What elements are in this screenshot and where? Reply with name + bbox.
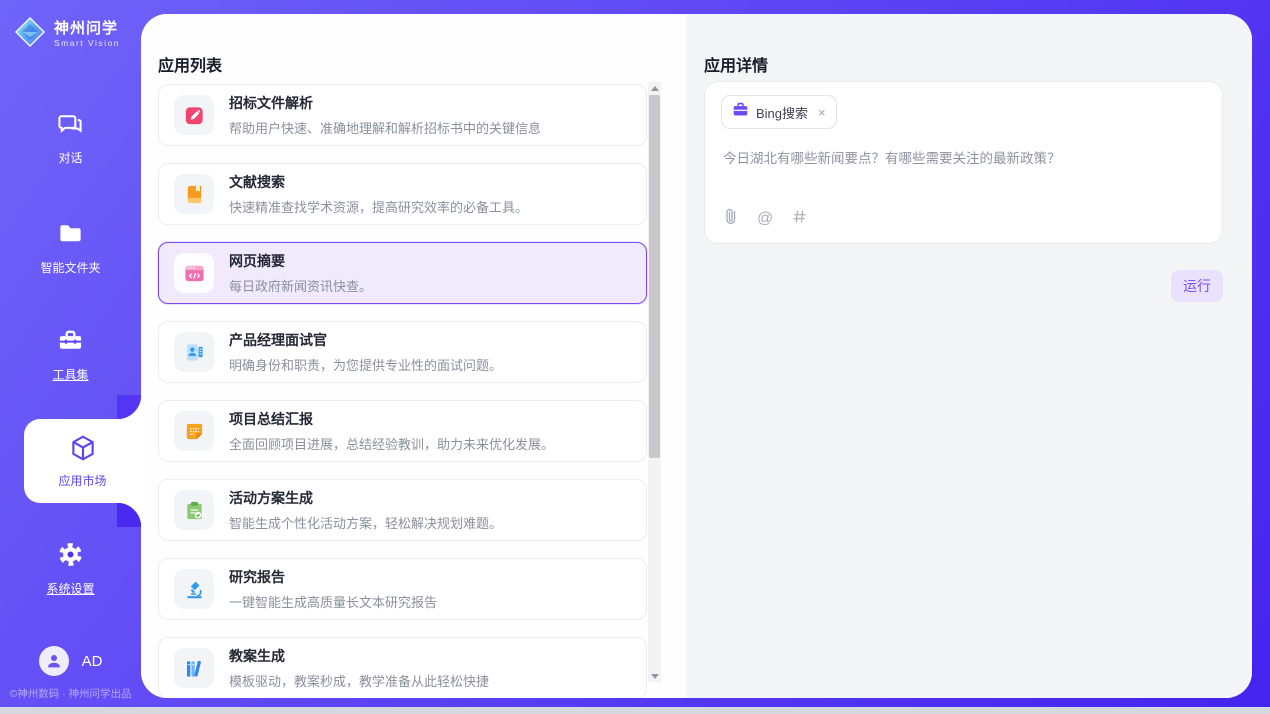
app-name: 活动方案生成 (229, 488, 502, 508)
folder-icon (57, 220, 84, 250)
toolbox-icon (57, 327, 84, 357)
sticky-note-icon (174, 411, 214, 451)
interviewer-icon (174, 332, 214, 372)
sidebar-item-chat[interactable]: 对话 (0, 110, 141, 166)
sidebar-item-label: 对话 (58, 149, 82, 166)
sidebar-item-label: 工具集 (52, 366, 88, 383)
logo-title: 神州问学 (54, 21, 120, 38)
scrollbar-thumb[interactable] (649, 95, 660, 458)
app-desc: 全面回顾项目进展，总结经验教训，助力未来优化发展。 (229, 434, 554, 453)
app-desc: 快速精准查找学术资源，提高研究效率的必备工具。 (229, 197, 528, 216)
sidebar-item-app-market[interactable]: 应用市场 (24, 419, 141, 503)
scrollbar[interactable] (648, 82, 661, 682)
list-item-pm-interviewer[interactable]: 产品经理面试官 明确身份和职责，为您提供专业性的面试问题。 (158, 321, 647, 383)
books-icon (174, 648, 214, 688)
app-desc: 明确身份和职责，为您提供专业性的面试问题。 (229, 355, 502, 374)
app-name: 网页摘要 (229, 251, 372, 271)
cube-icon (68, 433, 98, 466)
at-icon[interactable]: @ (757, 211, 773, 227)
app-list-panel: 应用列表 招标文件解析 帮助用户快速、准确地理解和解析招标书中的关键信息 (141, 14, 686, 698)
app-name: 项目总结汇报 (229, 409, 554, 429)
app-name: 招标文件解析 (229, 93, 541, 113)
briefcase-icon (732, 101, 749, 123)
close-icon[interactable]: × (818, 105, 826, 120)
sidebar-item-smart-folder[interactable]: 智能文件夹 (0, 220, 141, 276)
list-item-bid-analysis[interactable]: 招标文件解析 帮助用户快速、准确地理解和解析招标书中的关键信息 (158, 84, 647, 146)
avatar (39, 646, 69, 676)
tool-chip-label: Bing搜索 (756, 103, 808, 122)
sidebar: 神州问学 Smart Vision 对话 智能文件夹 (0, 0, 141, 707)
logo-subtitle: Smart Vision (54, 39, 120, 48)
app-desc: 每日政府新闻资讯快查。 (229, 276, 372, 295)
sidebar-item-label: 应用市场 (58, 472, 106, 489)
app-desc: 智能生成个性化活动方案，轻松解决规划难题。 (229, 513, 502, 532)
logo-gem-icon (13, 15, 47, 54)
document-edit-icon (174, 95, 214, 135)
app-logo: 神州问学 Smart Vision (13, 15, 120, 54)
app-desc: 模板驱动，教案秒成，教学准备从此轻松快捷 (229, 671, 489, 690)
app-desc: 帮助用户快速、准确地理解和解析招标书中的关键信息 (229, 118, 541, 137)
app-desc: 一键智能生成高质量长文本研究报告 (229, 592, 437, 611)
hash-icon[interactable] (792, 209, 807, 229)
input-toolbar: @ (723, 207, 807, 230)
sidebar-item-label: 系统设置 (46, 580, 94, 597)
user-name: AD (82, 653, 103, 670)
paperclip-icon[interactable] (723, 207, 738, 230)
app-list: 招标文件解析 帮助用户快速、准确地理解和解析招标书中的关键信息 文献搜索 快速精… (158, 84, 647, 698)
microscope-icon (174, 569, 214, 609)
person-icon (45, 652, 63, 670)
app-name: 产品经理面试官 (229, 330, 502, 350)
run-button[interactable]: 运行 (1171, 270, 1223, 302)
user-account[interactable]: AD (0, 646, 141, 676)
app-detail-panel: 应用详情 Bing搜索 × 今日湖北有哪些新闻要点？有哪些需要关注的最新政策？ (686, 14, 1252, 698)
app-name: 文献搜索 (229, 172, 528, 192)
app-name: 教案生成 (229, 646, 489, 666)
list-item-lesson-plan[interactable]: 教案生成 模板驱动，教案秒成，教学准备从此轻松快捷 (158, 637, 647, 698)
query-text[interactable]: 今日湖北有哪些新闻要点？有哪些需要关注的最新政策？ (723, 150, 1204, 169)
app-list-title: 应用列表 (158, 52, 222, 76)
app-name: 研究报告 (229, 567, 437, 587)
scroll-down-arrow[interactable] (648, 670, 661, 682)
tool-chip-bing-search[interactable]: Bing搜索 × (721, 95, 837, 129)
book-icon (174, 174, 214, 214)
window-bottom-edge (0, 707, 1270, 714)
gear-icon (57, 541, 84, 571)
list-item-event-plan[interactable]: 活动方案生成 智能生成个性化活动方案，轻松解决规划难题。 (158, 479, 647, 541)
sidebar-item-label: 智能文件夹 (40, 259, 100, 276)
content-area: 应用列表 招标文件解析 帮助用户快速、准确地理解和解析招标书中的关键信息 (141, 14, 1252, 698)
list-item-project-summary[interactable]: 项目总结汇报 全面回顾项目进展，总结经验教训，助力未来优化发展。 (158, 400, 647, 462)
app-detail-title: 应用详情 (704, 52, 768, 76)
list-item-web-summary-selected[interactable]: 网页摘要 每日政府新闻资讯快查。 (158, 242, 647, 304)
clipboard-check-icon (174, 490, 214, 530)
scroll-up-arrow[interactable] (648, 82, 661, 94)
chat-icon (57, 110, 84, 140)
prompt-input-card[interactable]: Bing搜索 × 今日湖北有哪些新闻要点？有哪些需要关注的最新政策？ @ (704, 81, 1223, 244)
sidebar-item-toolset[interactable]: 工具集 (0, 327, 141, 383)
list-item-research-report[interactable]: 研究报告 一键智能生成高质量长文本研究报告 (158, 558, 647, 620)
browser-code-icon (174, 253, 214, 293)
sidebar-item-settings[interactable]: 系统设置 (0, 541, 141, 597)
copyright-text: ©神州数码 · 神州问学出品 (0, 686, 141, 701)
list-item-literature-search[interactable]: 文献搜索 快速精准查找学术资源，提高研究效率的必备工具。 (158, 163, 647, 225)
